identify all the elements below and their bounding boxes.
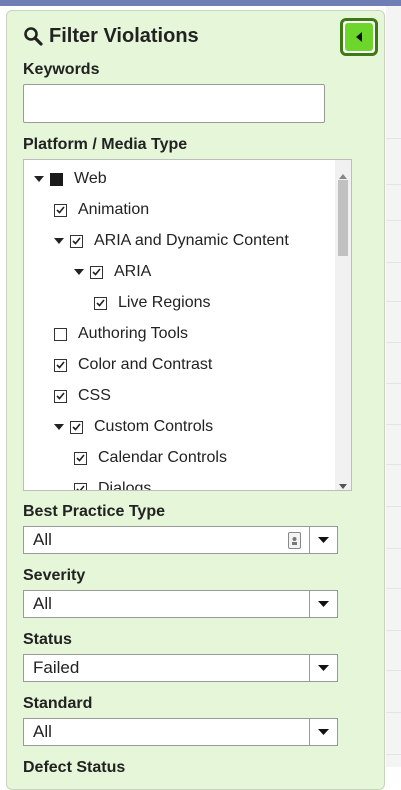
tree-item-aria-dynamic-content[interactable]: ARIA and Dynamic Content <box>54 229 289 253</box>
caret-down-icon[interactable] <box>54 238 70 244</box>
dropdown-button[interactable] <box>309 654 338 682</box>
dropdown-button[interactable] <box>309 526 338 554</box>
best-practice-type-select[interactable]: All <box>23 526 338 554</box>
checkbox[interactable] <box>74 482 87 490</box>
tree-item-aria[interactable]: ARIA <box>74 260 151 284</box>
page-edge-strip <box>386 6 401 767</box>
best-practice-type-label: Best Practice Type <box>23 503 165 520</box>
checkbox[interactable] <box>54 327 67 341</box>
platform-tree[interactable]: Web Animation ARIA and Dynamic Content A… <box>23 159 352 491</box>
status-label: Status <box>23 631 72 648</box>
top-bar <box>0 0 401 6</box>
caret-left-icon <box>354 31 364 43</box>
keywords-label: Keywords <box>23 61 100 78</box>
keywords-input[interactable] <box>23 84 325 123</box>
collapse-panel-button[interactable] <box>340 18 378 56</box>
tree-item-label: Color and Contrast <box>78 356 213 373</box>
severity-select[interactable]: All <box>23 590 338 618</box>
tree-item-label: Calendar Controls <box>98 449 227 466</box>
standard-select[interactable]: All <box>23 718 338 746</box>
checkbox[interactable] <box>90 265 103 279</box>
scrollbar-thumb[interactable] <box>338 180 348 256</box>
panel-header: Filter Violations <box>23 23 199 49</box>
caret-down-icon[interactable] <box>74 269 90 275</box>
checkbox[interactable] <box>94 296 107 310</box>
chevron-down-icon <box>318 665 329 671</box>
tree-item-animation[interactable]: Animation <box>54 198 149 222</box>
checkbox[interactable] <box>54 203 67 217</box>
checkbox[interactable] <box>50 172 63 186</box>
checkbox[interactable] <box>54 358 67 372</box>
platform-label: Platform / Media Type <box>23 136 188 153</box>
caret-down-icon[interactable] <box>34 176 50 182</box>
standard-label: Standard <box>23 695 93 712</box>
caret-down-icon[interactable] <box>54 424 70 430</box>
tree-item-web[interactable]: Web <box>34 167 107 191</box>
tree-item-dialogs[interactable]: Dialogs <box>74 477 152 491</box>
filter-violations-panel: Filter Violations Keywords Platform / Me… <box>6 10 385 790</box>
dropdown-button[interactable] <box>309 590 338 618</box>
select-value: All <box>33 594 52 613</box>
checkbox[interactable] <box>74 451 87 465</box>
severity-label: Severity <box>23 567 86 584</box>
tree-item-label: Live Regions <box>118 294 211 311</box>
panel-title: Filter Violations <box>49 24 199 47</box>
tree-item-live-regions[interactable]: Live Regions <box>94 291 211 315</box>
tree-item-label: ARIA and Dynamic Content <box>94 232 289 249</box>
checkbox[interactable] <box>70 234 83 248</box>
tree-scrollbar[interactable] <box>335 160 351 490</box>
tree-item-label: Authoring Tools <box>78 325 188 342</box>
tree-item-label: CSS <box>78 387 111 404</box>
contact-card-icon[interactable] <box>288 532 301 549</box>
status-select[interactable]: Failed <box>23 654 338 682</box>
tree-item-label: Web <box>74 170 107 187</box>
tree-item-label: Dialogs <box>98 480 152 491</box>
tree-item-label: Custom Controls <box>94 418 214 435</box>
chevron-down-icon <box>318 537 329 543</box>
tree-item-color-contrast[interactable]: Color and Contrast <box>54 353 212 377</box>
tree-item-label: Animation <box>78 201 150 218</box>
tree-item-label: ARIA <box>114 263 152 280</box>
checkbox[interactable] <box>54 389 67 403</box>
checkbox[interactable] <box>70 420 83 434</box>
tree-item-calendar-controls[interactable]: Calendar Controls <box>74 446 227 470</box>
dropdown-button[interactable] <box>309 718 338 746</box>
tree-item-authoring-tools[interactable]: Authoring Tools <box>54 322 188 346</box>
search-icon <box>23 26 43 46</box>
select-value: All <box>33 722 52 741</box>
scroll-down-arrow-icon[interactable] <box>339 476 347 490</box>
chevron-down-icon <box>318 729 329 735</box>
defect-status-label: Defect Status <box>23 759 126 776</box>
select-value: Failed <box>33 658 80 677</box>
tree-item-css[interactable]: CSS <box>54 384 111 408</box>
chevron-down-icon <box>318 601 329 607</box>
select-value: All <box>33 530 52 549</box>
tree-item-custom-controls[interactable]: Custom Controls <box>54 415 213 439</box>
